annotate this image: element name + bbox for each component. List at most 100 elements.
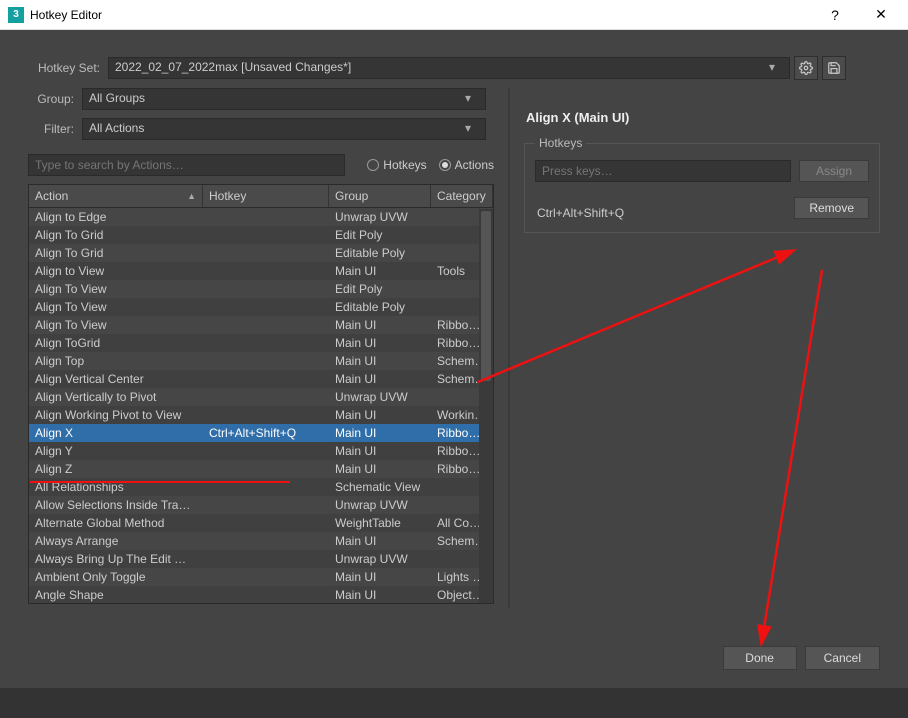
table-row[interactable]: Align To ViewMain UIRibbon - M [29,316,493,334]
assigned-hotkey: Ctrl+Alt+Shift+Q [537,206,784,220]
table-row[interactable]: Align Vertically to PivotUnwrap UVW [29,388,493,406]
table-header: Action▲ Hotkey Group Category [29,185,493,208]
table-row[interactable]: Align To ViewEditable Poly [29,298,493,316]
table-row[interactable]: Align Working Pivot to ViewMain UIWorkin… [29,406,493,424]
scrollbar-thumb[interactable] [481,211,491,381]
settings-button[interactable] [794,56,818,80]
save-button[interactable] [822,56,846,80]
footer: Done Cancel [723,646,880,670]
cell-action: Align Top [29,353,203,369]
filter-label: Filter: [28,122,74,136]
filter-select[interactable]: All Actions ▾ [82,118,486,140]
cell-group: Editable Poly [329,245,431,261]
table-row[interactable]: Align TopMain UISchematic [29,352,493,370]
cell-group: Main UI [329,407,431,423]
cell-hotkey [203,450,329,452]
table-row[interactable]: Ambient Only ToggleMain UILights and [29,568,493,586]
cell-hotkey [203,342,329,344]
titlebar: 3 Hotkey Editor ? ✕ [0,0,908,30]
cancel-button[interactable]: Cancel [805,646,880,670]
col-group[interactable]: Group [329,185,431,207]
remove-button[interactable]: Remove [794,197,869,219]
table-row[interactable]: Alternate Global MethodWeightTableAll Co… [29,514,493,532]
table-row[interactable]: Align to ViewMain UITools [29,262,493,280]
table-row[interactable]: Align XCtrl+Alt+Shift+QMain UIRibbon - M [29,424,493,442]
col-category[interactable]: Category [431,185,493,207]
cell-action: Align Z [29,461,203,477]
help-button[interactable]: ? [812,0,858,30]
hotkeys-group: Hotkeys Assign Ctrl+Alt+Shift+Q Remove [524,143,880,233]
table-row[interactable]: Always ArrangeMain UISchematic [29,532,493,550]
table-row[interactable]: Align To GridEditable Poly [29,244,493,262]
cell-hotkey [203,378,329,380]
cell-hotkey [203,486,329,488]
cell-hotkey: Ctrl+Alt+Shift+Q [203,425,329,441]
cell-action: Align to View [29,263,203,279]
table-row[interactable]: Align to EdgeUnwrap UVW [29,208,493,226]
table-body: Align to EdgeUnwrap UVWAlign To GridEdit… [29,208,493,604]
cell-group: WeightTable [329,515,431,531]
radio-hotkeys-label: Hotkeys [383,158,426,172]
cell-action: Align Vertical Center [29,371,203,387]
scrollbar[interactable] [479,209,493,603]
radio-hotkeys[interactable]: Hotkeys [367,158,426,172]
search-input[interactable] [28,154,345,176]
cell-group: Main UI [329,533,431,549]
cell-group: Editable Poly [329,299,431,315]
actions-table: Action▲ Hotkey Group Category Align to E… [28,184,494,604]
cell-action: Always Bring Up The Edit Window [29,551,203,567]
cell-action: Align Working Pivot to View [29,407,203,423]
cell-hotkey [203,594,329,596]
hotkey-set-select[interactable]: 2022_02_07_2022max [Unsaved Changes*] ▾ [108,57,790,79]
cell-hotkey [203,576,329,578]
cell-group: Main UI [329,443,431,459]
cell-group: Main UI [329,587,431,603]
cell-group: Main UI [329,353,431,369]
hotkey-set-label: Hotkey Set: [28,61,100,75]
hotkeys-legend: Hotkeys [535,136,586,150]
cell-action: Align to Edge [29,209,203,225]
cell-action: Align ToGrid [29,335,203,351]
content-area: Hotkey Set: 2022_02_07_2022max [Unsaved … [0,30,908,688]
table-row[interactable]: Allow Selections Inside Tranform … Unwrap… [29,496,493,514]
cell-group: Edit Poly [329,281,431,297]
cell-hotkey [203,396,329,398]
cell-group: Main UI [329,317,431,333]
table-row[interactable]: Align To ViewEdit Poly [29,280,493,298]
chevron-down-icon: ▾ [465,91,481,107]
chevron-down-icon: ▾ [465,121,481,137]
cell-hotkey [203,540,329,542]
col-hotkey[interactable]: Hotkey [203,185,329,207]
group-value: All Groups [89,91,145,105]
radio-actions[interactable]: Actions [439,158,494,172]
col-action[interactable]: Action▲ [29,185,203,207]
table-row[interactable]: Align YMain UIRibbon - M [29,442,493,460]
done-button[interactable]: Done [723,646,797,670]
table-row[interactable]: Align To GridEdit Poly [29,226,493,244]
cell-group: Main UI [329,335,431,351]
cell-group: Main UI [329,425,431,441]
group-label: Group: [28,92,74,106]
cell-action: Allow Selections Inside Tranform … [29,497,203,513]
cell-hotkey [203,306,329,308]
cell-group: Main UI [329,461,431,477]
table-row[interactable]: Align ToGridMain UIRibbon - M [29,334,493,352]
cell-group: Unwrap UVW [329,497,431,513]
press-keys-input[interactable] [535,160,791,182]
assign-button[interactable]: Assign [799,160,869,182]
cell-hotkey [203,252,329,254]
cell-action: Angle Shape [29,587,203,603]
right-pane: Align X (Main UI) Hotkeys Assign Ctrl+Al… [510,88,880,608]
table-row[interactable]: Align Vertical CenterMain UISchematic [29,370,493,388]
table-row[interactable]: Always Bring Up The Edit WindowUnwrap UV… [29,550,493,568]
hotkey-set-row: Hotkey Set: 2022_02_07_2022max [Unsaved … [28,56,880,80]
cell-hotkey [203,324,329,326]
table-row[interactable]: Align ZMain UIRibbon - M [29,460,493,478]
cell-action: Ambient Only Toggle [29,569,203,585]
close-button[interactable]: ✕ [858,0,904,30]
group-select[interactable]: All Groups ▾ [82,88,486,110]
cell-group: Schematic View [329,479,431,495]
cell-action: Alternate Global Method [29,515,203,531]
table-row[interactable]: Angle ShapeMain UIObjects Sh [29,586,493,604]
cell-hotkey [203,288,329,290]
